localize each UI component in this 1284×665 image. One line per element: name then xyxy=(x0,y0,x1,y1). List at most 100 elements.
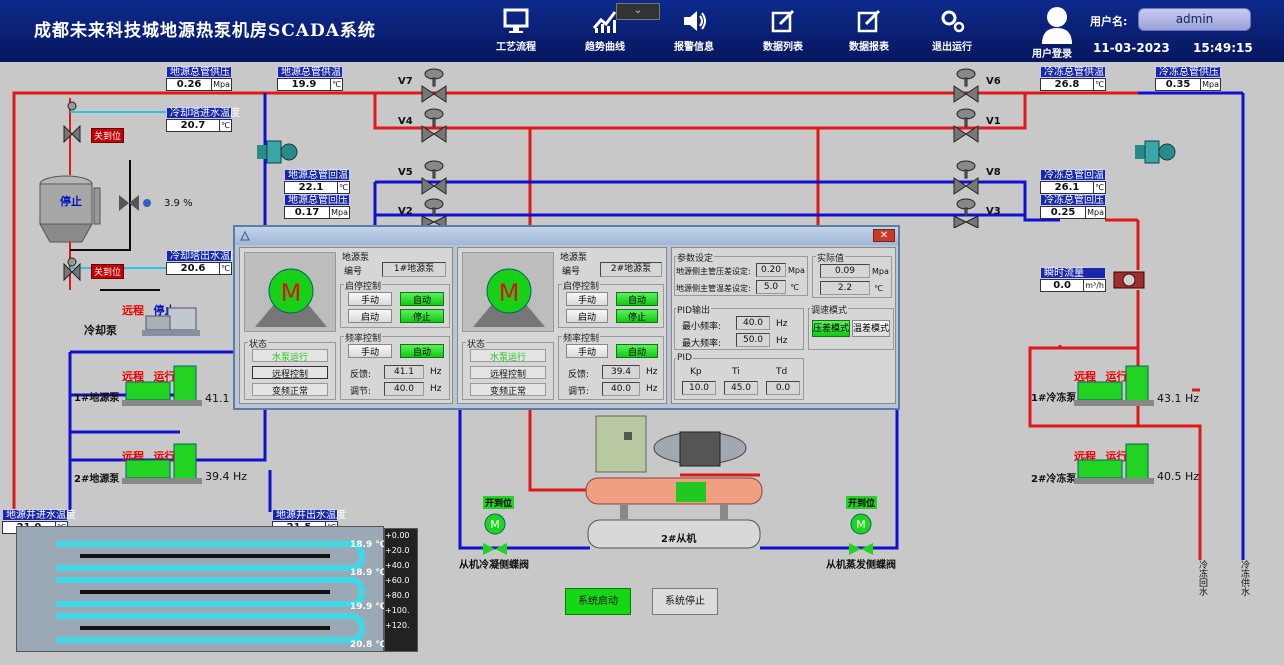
tag-chill-return-pressure: 冷冻总管回压 0.25 Mpa xyxy=(1040,194,1106,219)
pump-control-dialog: ✕ M 地源泵 编号 1#地源泵 启停控制 手动 自动 启动 停止 频率控制 手… xyxy=(233,225,900,410)
system-start-button[interactable]: 系统启动 xyxy=(565,588,631,615)
tag-chill-supply-pressure: 冷冻总管供压 0.35 Mpa xyxy=(1155,66,1221,91)
fan-valve-icon[interactable] xyxy=(117,192,153,214)
valve-label-v8: V8 xyxy=(986,167,1001,178)
tag-unit: ℃ xyxy=(220,119,232,132)
chill-pump-1-icon[interactable] xyxy=(1070,362,1160,410)
freq-setpoint[interactable]: 40.0 xyxy=(384,382,424,396)
auto-button[interactable]: 自动 xyxy=(400,292,444,306)
flow-meter-icon xyxy=(1113,271,1145,289)
evap-butterfly-valve-icon[interactable]: M xyxy=(846,513,876,555)
tag-chill-return-temp: 冷冻总管回温 26.1 ℃ xyxy=(1040,169,1106,194)
fan-percent: 3.9 % xyxy=(164,198,193,209)
start-button[interactable]: 启动 xyxy=(348,309,392,323)
nav-label: 趋势曲线 xyxy=(585,42,625,53)
nav-data-report[interactable]: 数据报表 xyxy=(833,6,905,58)
cond-butterfly-valve-icon[interactable]: M xyxy=(480,513,510,555)
control-valve-icon[interactable] xyxy=(255,137,301,167)
chill-pump-1-freq: 43.1 Hz xyxy=(1157,392,1200,405)
valve-label-v3: V3 xyxy=(986,206,1001,217)
tag-cooling-tower-out-temp: 冷却塔出水温度 20.6 ℃ xyxy=(166,250,240,275)
nav-label: 数据报表 xyxy=(849,42,889,53)
nav-process-flow[interactable]: 工艺流程 xyxy=(480,6,552,58)
manual-button[interactable]: 手动 xyxy=(348,292,392,306)
ground-pump-2-icon[interactable] xyxy=(118,440,208,488)
valve-icons-right[interactable] xyxy=(950,68,982,228)
ground-pump-1-name: 1#地源泵 xyxy=(74,393,120,404)
tag-ground-return-pressure: 地源总管回压 0.17 Mpa xyxy=(284,194,350,219)
pump-b-motor-box: M xyxy=(462,252,554,332)
freq-setpoint[interactable]: 40.0 xyxy=(602,382,640,396)
cooling-pump-icon[interactable] xyxy=(138,302,208,342)
pid-ti[interactable]: 45.0 xyxy=(724,381,758,395)
freq-auto-button[interactable]: 自动 xyxy=(400,344,444,358)
well-temp-4: 20.8 ℃ xyxy=(350,640,387,650)
temp-setpoint[interactable]: 5.0 xyxy=(756,280,786,294)
pump-b-panel: M 地源泵 编号 2#地源泵 启停控制 手动 自动 启动 停止 频率控制 手动 … xyxy=(457,247,667,404)
start-button[interactable]: 启动 xyxy=(566,309,608,323)
freq-auto-button[interactable]: 自动 xyxy=(616,344,658,358)
tag-ground-supply-temp: 地源总管供温 19.9 ℃ xyxy=(277,66,343,91)
valve-label-v2: V2 xyxy=(398,206,413,217)
tag-instant-flow: 瞬时流量 0.0 m³/h xyxy=(1040,267,1106,292)
tag-unit: ℃ xyxy=(1094,78,1106,91)
valve-label-v7: V7 xyxy=(398,76,413,87)
actual-temp: 2.2 xyxy=(820,281,870,295)
system-stop-button[interactable]: 系统停止 xyxy=(652,588,718,615)
valve-label-v1: V1 xyxy=(986,116,1001,127)
nav-data-list[interactable]: 数据列表 xyxy=(747,6,819,58)
ground-pump-1-icon[interactable] xyxy=(118,362,208,410)
manual-button[interactable]: 手动 xyxy=(566,292,608,306)
status-running: 水泵运行 xyxy=(470,349,546,363)
max-freq[interactable]: 50.0 xyxy=(736,333,770,347)
tag-unit: Mpa xyxy=(1201,78,1221,91)
tag-value: 20.7 xyxy=(166,119,221,132)
motor-icon: M xyxy=(255,268,327,327)
tag-value: 20.6 xyxy=(166,262,221,275)
tag-unit: ℃ xyxy=(220,262,232,275)
tag-value: 0.25 xyxy=(1040,206,1087,219)
evap-valve-name: 从机蒸发侧蝶阀 xyxy=(826,560,896,571)
tag-ground-return-temp: 地源总管回温 22.1 ℃ xyxy=(284,169,350,194)
tag-value: 0.17 xyxy=(284,206,331,219)
stop-button[interactable]: 停止 xyxy=(400,309,444,323)
tag-value: 26.1 xyxy=(1040,181,1095,194)
valve-icons-left[interactable] xyxy=(418,68,450,228)
ground-pump-2-name: 2#地源泵 xyxy=(74,474,120,485)
well-temp-2: 18.9 ℃ xyxy=(350,568,387,578)
status-remote: 远程控制 xyxy=(252,366,328,380)
stop-button[interactable]: 停止 xyxy=(616,309,658,323)
user-name-field[interactable]: admin xyxy=(1138,8,1251,31)
pressure-setpoint[interactable]: 0.20 xyxy=(756,263,786,277)
params-panel: 参数设定 地源侧主管压差设定: 0.20 Mpa 地源侧主管温差设定: 5.0 … xyxy=(671,247,896,404)
close-icon[interactable]: ✕ xyxy=(873,229,895,242)
freq-manual-button[interactable]: 手动 xyxy=(348,344,392,358)
pid-td[interactable]: 0.0 xyxy=(766,381,800,395)
status-vfd-ok: 变频正常 xyxy=(470,383,546,397)
control-valve-icon[interactable] xyxy=(1133,137,1179,167)
nav-label: 报警信息 xyxy=(674,42,714,53)
app-icon xyxy=(240,230,250,241)
status-running: 水泵运行 xyxy=(252,349,328,363)
nav-trend-curve[interactable]: 趋势曲线 xyxy=(569,6,641,58)
auto-button[interactable]: 自动 xyxy=(616,292,658,306)
tag-value: 0.35 xyxy=(1155,78,1202,91)
chill-pump-2-icon[interactable] xyxy=(1070,440,1160,488)
freq-feedback: 39.4 xyxy=(602,365,640,379)
temp-mode-button[interactable]: 温差模式 xyxy=(852,320,890,337)
nav-exit[interactable]: 退出运行 xyxy=(916,6,988,58)
freq-manual-button[interactable]: 手动 xyxy=(566,344,608,358)
tower-valve-status-badge: 关到位 xyxy=(91,128,125,143)
user-avatar-icon[interactable] xyxy=(1040,6,1074,44)
tag-value: 0.26 xyxy=(166,78,213,91)
valve-label-v5: V5 xyxy=(398,167,413,178)
min-freq[interactable]: 40.0 xyxy=(736,316,770,330)
actual-pressure: 0.09 xyxy=(820,264,870,278)
pid-kp[interactable]: 10.0 xyxy=(682,381,716,395)
login-caption[interactable]: 用户登录 xyxy=(1032,45,1072,60)
pump-b-code: 2#地源泵 xyxy=(600,262,662,277)
pressure-mode-button[interactable]: 压差模式 xyxy=(812,320,850,337)
nav-alarm-info[interactable]: 报警信息 xyxy=(658,6,730,58)
tower-valve-status-badge: 关到位 xyxy=(91,264,125,279)
dialog-titlebar[interactable] xyxy=(235,227,898,245)
